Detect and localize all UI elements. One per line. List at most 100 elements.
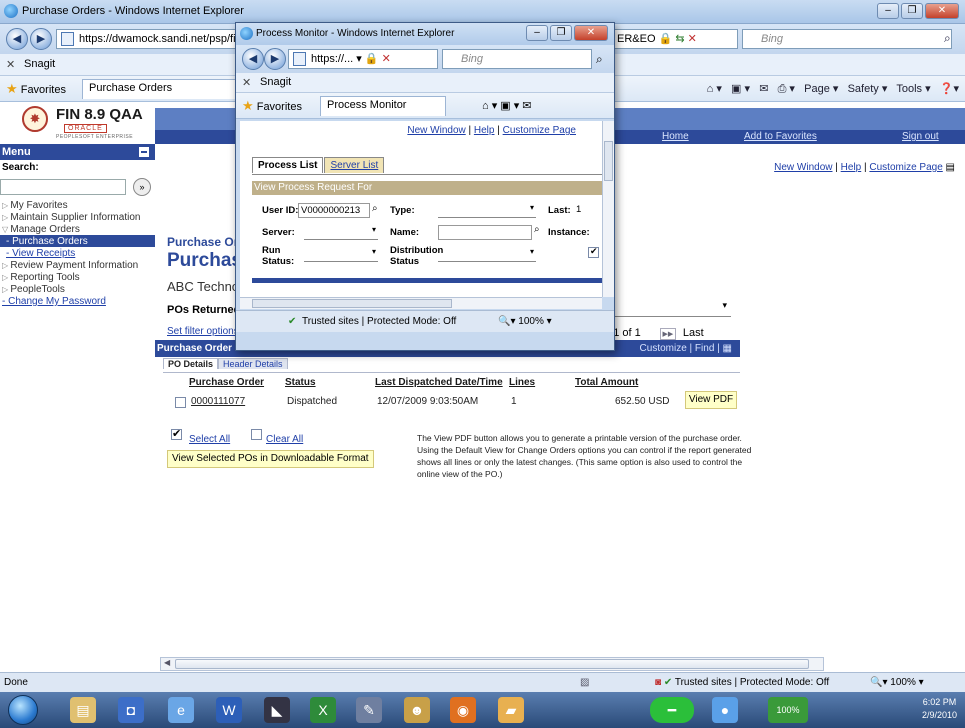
word-icon[interactable]: W [216,697,242,723]
set-filter-options-link[interactable]: Set filter options [167,326,239,337]
favorites-button[interactable]: ★ Favorites [6,81,66,97]
tab-purchase-orders[interactable]: Purchase Orders [82,79,242,99]
main-url-field[interactable]: https://dwamock.sandi.net/psp/fin89 [56,29,251,49]
print-icon[interactable]: ⎙ ▾ [778,83,795,95]
outlook-icon[interactable]: ◘ [118,697,144,723]
popup-help-link[interactable]: Help [474,125,495,136]
back-icon[interactable]: ◀ [6,28,28,50]
main-url-tail[interactable]: ER&EO 🔒 ⇆ ✕ [612,29,738,49]
run-status-select[interactable] [304,247,378,262]
sign-out-link[interactable]: Sign out [902,131,939,142]
popup-customize-page-link[interactable]: Customize Page [503,125,576,136]
popup-back-icon[interactable]: ◀ [242,48,264,70]
view-pdf-button[interactable]: View PDF [685,391,737,409]
close-toolbar-icon[interactable]: ✕ [6,58,15,71]
network-icon[interactable]: ━ [650,697,694,723]
type-select[interactable] [438,203,536,218]
server-select[interactable] [304,225,378,240]
popup-forward-icon[interactable]: ▶ [264,48,286,70]
excel-icon[interactable]: X [310,697,336,723]
sidebar-item-view-receipts[interactable]: - View Receipts [0,247,155,259]
popup-new-window-link[interactable]: New Window [407,125,465,136]
sidebar-item-purchase-orders[interactable]: - Purchase Orders [0,235,155,247]
distribution-status-select[interactable] [438,247,536,262]
snagit-icon[interactable]: ◣ [264,697,290,723]
view-select[interactable]: s [601,299,731,317]
scrollbar-thumb[interactable] [604,141,613,181]
clear-all-link[interactable]: Clear All [266,434,303,445]
tab-server-list[interactable]: Server List [324,157,385,173]
maximize-button[interactable]: ❐ [901,3,923,19]
battery-indicator[interactable]: 100% [768,697,808,723]
mail-icon[interactable]: ✉ [759,83,768,95]
name-input[interactable] [438,225,532,240]
scroll-left-icon[interactable]: ◀ [164,658,170,667]
popup-vertical-scrollbar[interactable] [602,121,614,297]
update-icon[interactable]: ● [712,697,738,723]
forward-icon[interactable]: ▶ [30,28,52,50]
sidebar-item-manage-orders[interactable]: ▽ Manage Orders [0,223,155,235]
customize-page-link[interactable]: Customize Page [869,162,942,173]
home-link[interactable]: Home [662,131,689,142]
col-last-dispatched[interactable]: Last Dispatched Date/Time [375,377,503,388]
popup-close-button[interactable]: ✕ [574,25,608,41]
safety-menu[interactable]: Safety ▾ [848,83,888,95]
add-to-favorites-link[interactable]: Add to Favorites [744,131,817,142]
download-pos-button[interactable]: View Selected POs in Downloadable Format [167,450,374,468]
main-search-input[interactable]: Bing [742,29,952,49]
col-lines[interactable]: Lines [509,377,535,388]
popup-search-icon[interactable]: ⌕ [596,52,603,67]
popup-zoom[interactable]: 🔍▾ 100% ▾ [498,311,552,332]
scrollbar-thumb[interactable] [175,659,809,669]
row-select-checkbox[interactable] [175,397,186,408]
close-toolbar-icon[interactable]: ✕ [242,76,251,89]
select-all-checkbox[interactable]: ✔ [171,428,182,440]
save-on-refresh-checkbox[interactable]: ✔ [588,246,599,258]
snagit-link[interactable]: Snagit [24,58,55,70]
page-horizontal-scrollbar[interactable]: ◀ [160,657,824,671]
popup-maximize-button[interactable]: ❐ [550,25,572,41]
po-number-link[interactable]: 0000111077 [191,396,245,407]
feeds-icon[interactable]: ▣ ▾ [731,83,750,95]
page-menu[interactable]: Page ▾ [804,83,838,95]
search-icon[interactable]: ⌕ [944,31,951,46]
popup-zone-info[interactable]: Trusted sites | Protected Mode: Off [302,311,456,332]
popup-url-field[interactable]: https://... ▾ 🔒 ✕ [288,49,438,69]
notepad-icon[interactable]: ✎ [356,697,382,723]
home-icon[interactable]: ⌂ ▾ [707,83,722,95]
sidebar-item-my-favorites[interactable]: ▷ My Favorites [0,199,155,211]
search-go-button[interactable]: » [133,178,151,196]
popup-search-input[interactable]: Bing [442,49,592,69]
col-total-amount[interactable]: Total Amount [575,377,638,388]
sidebar-item-change-password[interactable]: - Change My Password [0,295,155,307]
popup-snagit-link[interactable]: Snagit [260,76,291,88]
name-lookup-icon[interactable]: ⌕ [534,224,540,235]
new-window-link[interactable]: New Window [774,162,832,173]
minimize-button[interactable]: – [877,3,899,19]
file-explorer-icon[interactable]: ▤ [70,697,96,723]
close-button[interactable]: ✕ [925,3,959,19]
folder-icon[interactable]: ▰ [498,697,524,723]
grid-customize-links[interactable]: Customize | Find | ▦ [640,340,732,357]
tab-po-details[interactable]: PO Details [163,358,219,369]
sidebar-item-maintain-supplier[interactable]: ▷ Maintain Supplier Information [0,211,155,223]
menu-search-input[interactable] [0,179,126,195]
sidebar-item-review-payment[interactable]: ▷ Review Payment Information [0,259,155,271]
popup-command-icons[interactable]: ⌂ ▾ ▣ ▾ ✉ [482,99,532,112]
help-link[interactable]: Help [841,162,862,173]
lookup-icon[interactable]: ⌕ [372,203,378,214]
help-icon[interactable]: ❓▾ [940,83,959,95]
popup-favorites-button[interactable]: ★ Favorites [242,98,302,114]
tab-process-list[interactable]: Process List [252,157,324,173]
http-icon[interactable]: ▤ [946,162,955,173]
col-purchase-order[interactable]: Purchase Order [189,377,264,388]
tab-header-details[interactable]: Header Details [218,358,288,369]
stop-icon[interactable]: ✕ [382,53,391,65]
clear-all-checkbox[interactable] [251,429,262,440]
sidebar-item-peopletools[interactable]: ▷ PeopleTools [0,283,155,295]
tools-menu[interactable]: Tools ▾ [896,83,930,95]
pager-last-label[interactable]: Last [683,327,704,339]
user-id-input[interactable]: V0000000213 [298,203,370,218]
start-button[interactable] [8,695,38,725]
popup-minimize-button[interactable]: – [526,25,548,41]
